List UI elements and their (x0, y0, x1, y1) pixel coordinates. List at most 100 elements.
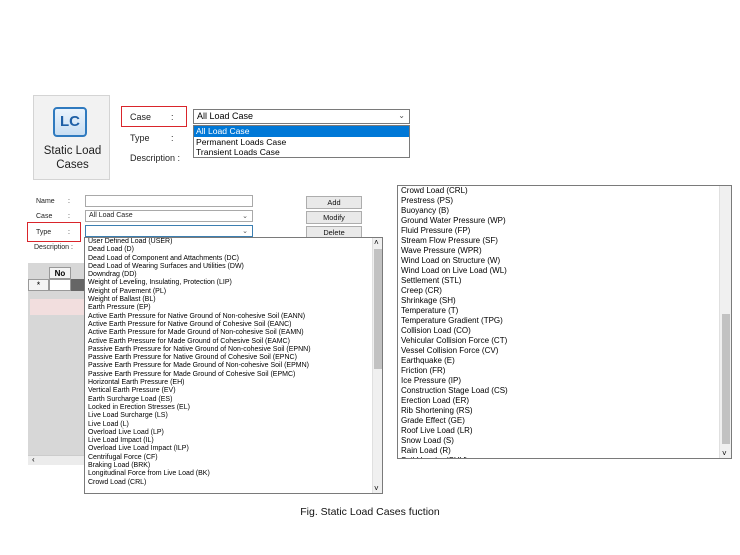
add-button[interactable]: Add (306, 196, 362, 209)
scroll-down-icon[interactable]: ˅ (374, 484, 379, 493)
top-case-label: Case (130, 112, 152, 122)
top-case-value: All Load Case (197, 111, 254, 121)
case-option[interactable]: Permanent Loads Case (194, 137, 409, 148)
list-item[interactable]: Roof Live Load (LR) (398, 426, 731, 436)
list-item[interactable]: Braking Load (BRK) (85, 462, 382, 470)
list-item[interactable]: Rain Load (R) (398, 446, 731, 456)
list-item[interactable]: Construction Stage Load (CS) (398, 386, 731, 396)
list-item[interactable]: Weight of Leveling, Insulating, Protecti… (85, 279, 382, 287)
static-load-cases-label: Static Load Cases (43, 145, 102, 171)
list-item[interactable]: Centrifugal Force (CF) (85, 454, 382, 462)
list-item[interactable]: Earth Pressure (EP) (85, 304, 382, 312)
list-item[interactable]: Crowd Load (CRL) (398, 186, 731, 196)
list-item[interactable]: Passive Earth Pressure for Made Ground o… (85, 362, 382, 370)
load-case-icon: LC (53, 107, 87, 137)
list-item[interactable]: Collision Load (CO) (398, 326, 731, 336)
scroll-down-icon[interactable]: ˅ (722, 449, 727, 458)
list-item[interactable]: Downdrag (DD) (85, 271, 382, 279)
list-item[interactable]: Wind Load on Live Load (WL) (398, 266, 731, 276)
type-list-scrollbar[interactable]: ˄ ˅ (372, 238, 382, 493)
list-item[interactable]: Vehicular Collision Force (CT) (398, 336, 731, 346)
list-item[interactable]: Fluid Pressure (FP) (398, 226, 731, 236)
type-options-list[interactable]: User Defined Load (USER) Dead Load (D) Dea… (84, 237, 383, 494)
list-item[interactable]: Grade Effect (GE) (398, 416, 731, 426)
scroll-up-icon[interactable]: ˄ (374, 238, 379, 247)
scroll-left-icon[interactable]: ‹ (32, 455, 35, 464)
scrollbar-thumb[interactable] (722, 314, 730, 444)
list-item[interactable]: Earthquake (E) (398, 356, 731, 366)
list-item[interactable]: Dead Load of Wearing Surfaces and Utilit… (85, 263, 382, 271)
top-type-colon: : (171, 133, 174, 143)
top-case-colon: : (171, 112, 174, 122)
list-item[interactable]: Active Earth Pressure for Native Ground … (85, 313, 382, 321)
top-case-options[interactable]: All Load Case Permanent Loads Case Trans… (193, 125, 410, 158)
list-item[interactable]: Erection Load (ER) (398, 396, 731, 406)
description-label: Description : (34, 244, 73, 251)
list-item[interactable]: Rib Shortening (RS) (398, 406, 731, 416)
list-item[interactable]: Temperature Gradient (TPG) (398, 316, 731, 326)
list-item[interactable]: Stream Flow Pressure (SF) (398, 236, 731, 246)
chevron-down-icon: ⌄ (242, 213, 248, 220)
list-item[interactable]: Dead Load of Component and Attachments (… (85, 255, 382, 263)
name-input[interactable] (85, 195, 253, 207)
list-item[interactable]: Buoyancy (B) (398, 206, 731, 216)
list-item[interactable]: Active Earth Pressure for Made Ground of… (85, 329, 382, 337)
list-item[interactable]: Vertical Earth Pressure (EV) (85, 387, 382, 395)
list-item[interactable]: Friction (FR) (398, 366, 731, 376)
case-value: All Load Case (89, 212, 133, 219)
list-item[interactable]: Horizontal Earth Pressure (EH) (85, 379, 382, 387)
list-item[interactable]: Prestress (PS) (398, 196, 731, 206)
list-item[interactable]: Shrinkage (SH) (398, 296, 731, 306)
modify-button[interactable]: Modify (306, 211, 362, 224)
grid-header-no: No (49, 267, 71, 279)
list-item[interactable]: Crowd Load (CRL) (85, 479, 382, 487)
list-item[interactable]: Settlement (STL) (398, 276, 731, 286)
list-item[interactable]: Passive Earth Pressure for Native Ground… (85, 346, 382, 354)
load-case-grid[interactable]: No * ‹ (28, 263, 84, 465)
top-description-label: Description : (130, 153, 181, 163)
case-option[interactable]: Transient Loads Case (194, 147, 409, 158)
scrollbar-thumb[interactable] (374, 249, 382, 369)
list-item[interactable]: Snow Load (S) (398, 436, 731, 446)
list-item[interactable]: Locked in Erection Stresses (EL) (85, 404, 382, 412)
list-item[interactable]: Creep (CR) (398, 286, 731, 296)
list-item[interactable]: Vessel Collision Force (CV) (398, 346, 731, 356)
grid-highlight-row (30, 299, 84, 315)
type-options-list-continued[interactable]: Crowd Load (CRL) Prestress (PS) Buoyancy (… (397, 185, 732, 459)
case-dropdown[interactable]: All Load Case ⌄ (85, 210, 253, 222)
list-item[interactable]: Overload Live Load (LP) (85, 429, 382, 437)
list-item[interactable]: Wind Load on Structure (W) (398, 256, 731, 266)
list-item[interactable]: Weight of Pavement (PL) (85, 288, 382, 296)
list-item[interactable]: Temperature (T) (398, 306, 731, 316)
list-item[interactable]: Live Load (L) (85, 421, 382, 429)
grid-cell[interactable] (49, 279, 71, 291)
list-item[interactable]: Earth Surcharge Load (ES) (85, 396, 382, 404)
list-item[interactable]: Ground Water Pressure (WP) (398, 216, 731, 226)
list-item[interactable]: Dead Load (D) (85, 246, 382, 254)
case-label: Case (36, 213, 53, 220)
list-item[interactable]: Soil Heaving(SHV) (398, 456, 731, 458)
list-item[interactable]: Ice Pressure (IP) (398, 376, 731, 386)
list-item[interactable]: Longitudinal Force from Live Load (BK) (85, 470, 382, 478)
type-dropdown[interactable]: ⌄ (85, 225, 253, 237)
grid-horizontal-scrollbar[interactable]: ‹ (28, 455, 84, 465)
top-case-dropdown[interactable]: All Load Case ⌄ (193, 109, 410, 124)
right-list-scrollbar[interactable]: ˅ (719, 186, 731, 458)
case-option[interactable]: All Load Case (194, 126, 409, 137)
list-item[interactable]: Live Load Impact (IL) (85, 437, 382, 445)
grid-new-row-marker: * (28, 279, 49, 291)
static-load-cases-button[interactable]: LC Static Load Cases (33, 95, 110, 180)
name-colon: : (68, 198, 70, 205)
chevron-down-icon: ⌄ (398, 111, 405, 120)
list-item[interactable]: Weight of Ballast (BL) (85, 296, 382, 304)
list-item[interactable]: Active Earth Pressure for Native Ground … (85, 321, 382, 329)
list-item[interactable]: Passive Earth Pressure for Made Ground o… (85, 371, 382, 379)
type-label: Type (36, 229, 52, 236)
list-item[interactable]: Overload Live Load Impact (ILP) (85, 445, 382, 453)
list-item[interactable]: Wave Pressure (WPR) (398, 246, 731, 256)
list-item[interactable]: Active Earth Pressure for Made Ground of… (85, 338, 382, 346)
figure-caption: Fig. Static Load Cases fuction (300, 506, 440, 518)
list-item[interactable]: Passive Earth Pressure for Native Ground… (85, 354, 382, 362)
list-item[interactable]: Live Load Surcharge (LS) (85, 412, 382, 420)
list-item[interactable]: User Defined Load (USER) (85, 238, 382, 246)
